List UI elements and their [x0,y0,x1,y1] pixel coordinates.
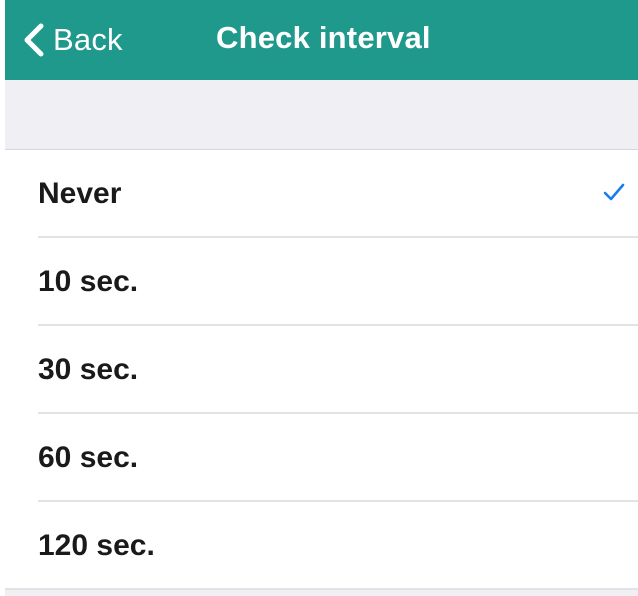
back-button-label: Back [53,22,123,57]
navigation-bar: Back Check interval [5,0,638,80]
list-item-30-sec[interactable]: 30 sec. [5,326,638,414]
chevron-left-icon [24,23,44,57]
list-item-10-sec[interactable]: 10 sec. [5,238,638,326]
list-item-label: 10 sec. [38,265,139,298]
list-item-label: 120 sec. [38,529,155,562]
list-item-label: Never [38,177,122,210]
list-item-label: 60 sec. [38,441,139,474]
list-item-60-sec[interactable]: 60 sec. [5,414,638,502]
section-header-spacer [5,80,638,150]
list-item-never[interactable]: Never [5,150,638,238]
interval-options-list: Never 10 sec. 30 sec. 60 sec. 120 sec. [5,150,638,590]
section-footer-spacer [5,590,638,596]
back-button[interactable]: Back [21,0,123,80]
checkmark-icon [603,183,625,201]
page-title: Check interval [216,20,431,55]
list-item-label: 30 sec. [38,353,139,386]
list-item-120-sec[interactable]: 120 sec. [5,502,638,590]
